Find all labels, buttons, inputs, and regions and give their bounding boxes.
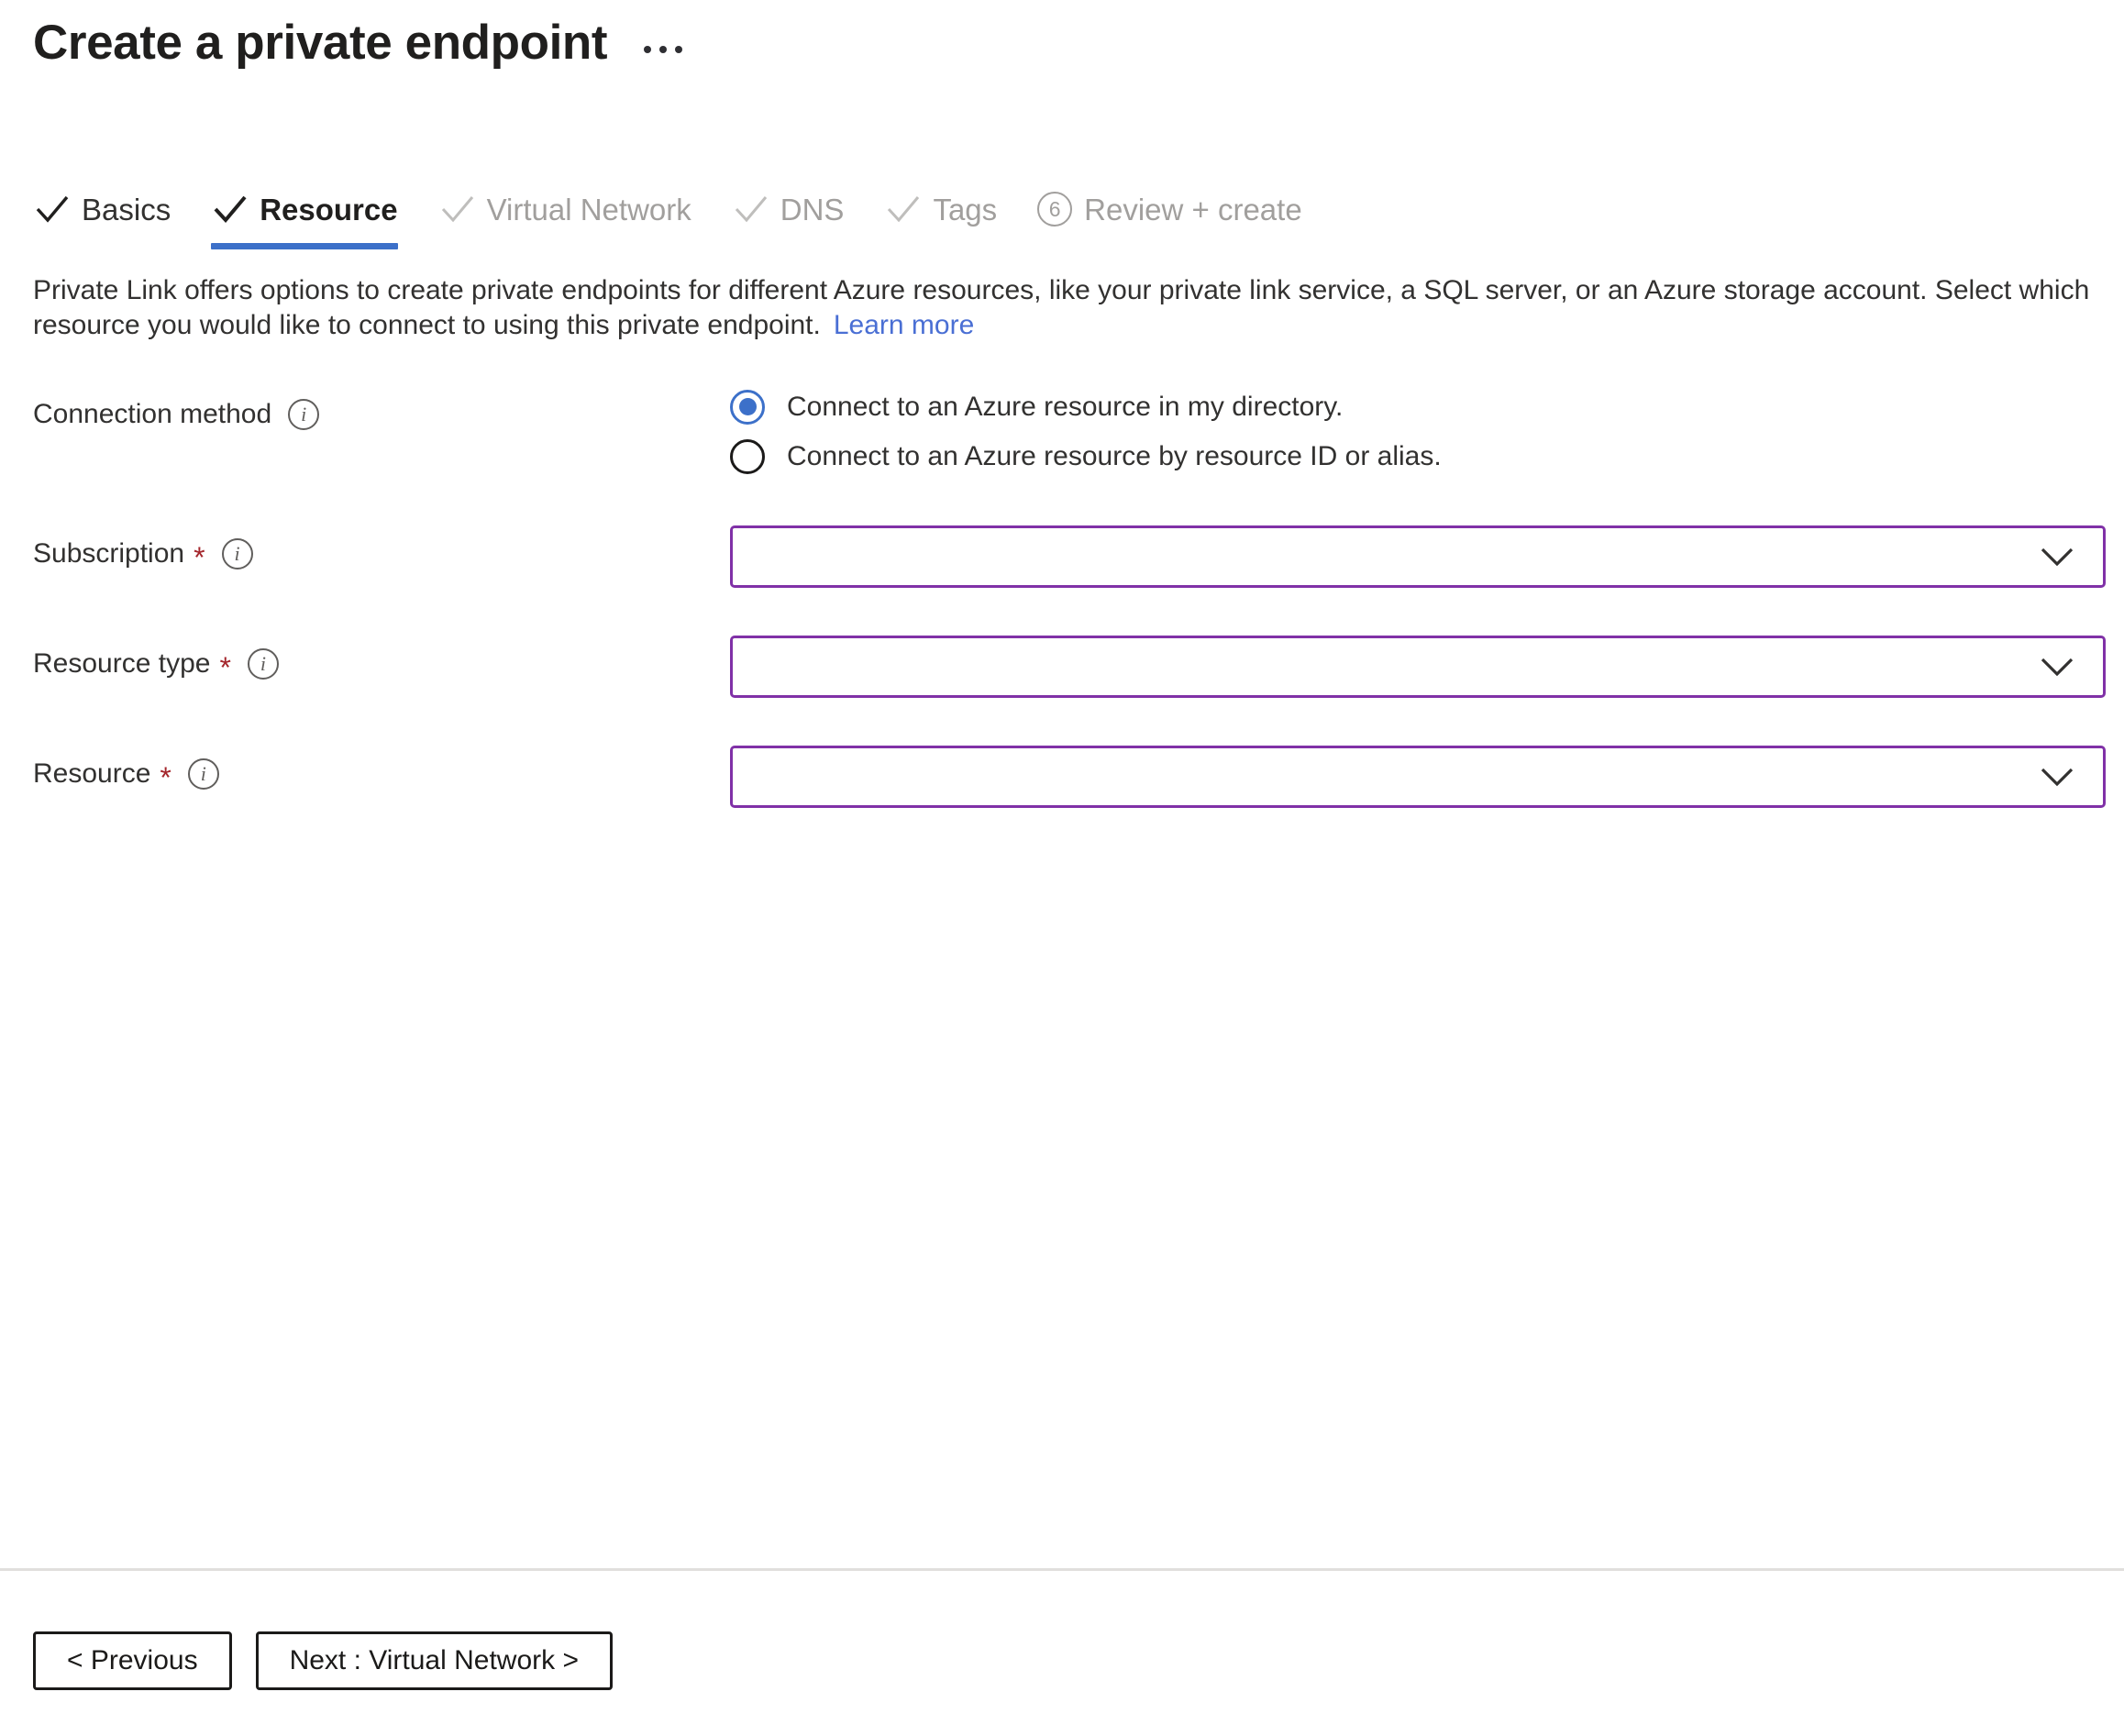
- check-icon: [732, 190, 770, 241]
- page-description-text: Private Link offers options to create pr…: [33, 275, 2090, 341]
- tab-dns-label: DNS: [780, 192, 845, 227]
- radio-connect-directory-label: Connect to an Azure resource in my direc…: [787, 391, 1344, 422]
- page-description: Private Link offers options to create pr…: [33, 273, 2091, 344]
- connection-method-control: Connect to an Azure resource in my direc…: [730, 386, 2124, 474]
- connection-method-radio-group: Connect to an Azure resource in my direc…: [730, 386, 2124, 474]
- tab-review-create-label: Review + create: [1084, 192, 1302, 227]
- resource-type-dropdown[interactable]: [730, 635, 2106, 698]
- page-title: Create a private endpoint: [33, 15, 608, 70]
- page-header: Create a private endpoint: [0, 0, 2124, 79]
- resource-form: Connection method i Connect to an Azure …: [0, 386, 2124, 808]
- required-marker: *: [160, 760, 171, 794]
- step-number-icon: 6: [1037, 192, 1073, 227]
- info-icon[interactable]: i: [288, 398, 320, 430]
- check-icon: [211, 190, 249, 241]
- tab-virtual-network-label: Virtual Network: [486, 192, 691, 227]
- resource-type-label-group: Resource type * i: [33, 636, 730, 684]
- previous-button[interactable]: < Previous: [33, 1631, 232, 1690]
- wizard-tabstrip: Basics Resource Virtual Network DNS Tags…: [0, 182, 2124, 249]
- wizard-footer: < Previous Next : Virtual Network >: [0, 1571, 2124, 1736]
- tab-resource-label: Resource: [260, 192, 398, 227]
- chevron-down-icon: [2039, 765, 2075, 789]
- check-icon: [884, 190, 923, 241]
- subscription-dropdown[interactable]: [730, 525, 2106, 588]
- field-subscription: Subscription * i: [33, 525, 2124, 588]
- tab-basics[interactable]: Basics: [33, 182, 171, 249]
- tab-basics-label: Basics: [82, 192, 171, 227]
- info-icon[interactable]: i: [247, 647, 279, 680]
- subscription-label: Subscription: [33, 537, 185, 569]
- field-connection-method: Connection method i Connect to an Azure …: [33, 386, 2124, 474]
- resource-type-label: Resource type: [33, 647, 211, 679]
- required-marker: *: [219, 650, 231, 684]
- connection-method-label-group: Connection method i: [33, 386, 730, 430]
- radio-connect-resource-id-label: Connect to an Azure resource by resource…: [787, 440, 1442, 471]
- chevron-down-icon: [2039, 655, 2075, 679]
- check-icon: [438, 190, 477, 241]
- connection-method-label: Connection method: [33, 398, 272, 429]
- more-options-icon[interactable]: [644, 46, 683, 53]
- tab-virtual-network[interactable]: Virtual Network: [438, 182, 691, 249]
- tab-dns[interactable]: DNS: [732, 182, 845, 249]
- check-icon: [33, 190, 72, 241]
- tab-review-create[interactable]: 6 Review + create: [1037, 182, 1302, 249]
- tab-tags-label: Tags: [933, 192, 998, 227]
- resource-type-control: [730, 635, 2124, 698]
- resource-control: [730, 745, 2124, 808]
- subscription-control: [730, 525, 2124, 588]
- field-resource-type: Resource type * i: [33, 635, 2124, 698]
- radio-selected-icon: [730, 389, 765, 425]
- required-marker: *: [194, 540, 205, 574]
- subscription-label-group: Subscription * i: [33, 525, 730, 574]
- next-button[interactable]: Next : Virtual Network >: [255, 1631, 613, 1690]
- resource-label: Resource: [33, 757, 151, 789]
- tab-active-underline: [211, 243, 398, 249]
- resource-label-group: Resource * i: [33, 746, 730, 794]
- tab-tags[interactable]: Tags: [884, 182, 997, 249]
- resource-dropdown[interactable]: [730, 745, 2106, 808]
- info-icon[interactable]: i: [221, 537, 253, 569]
- learn-more-link[interactable]: Learn more: [834, 310, 974, 340]
- chevron-down-icon: [2039, 545, 2075, 569]
- info-icon[interactable]: i: [187, 757, 219, 790]
- radio-unselected-icon: [730, 438, 765, 474]
- radio-connect-resource-id[interactable]: Connect to an Azure resource by resource…: [730, 438, 2124, 474]
- field-resource: Resource * i: [33, 745, 2124, 808]
- tab-resource[interactable]: Resource: [211, 182, 398, 249]
- radio-connect-directory[interactable]: Connect to an Azure resource in my direc…: [730, 389, 2124, 425]
